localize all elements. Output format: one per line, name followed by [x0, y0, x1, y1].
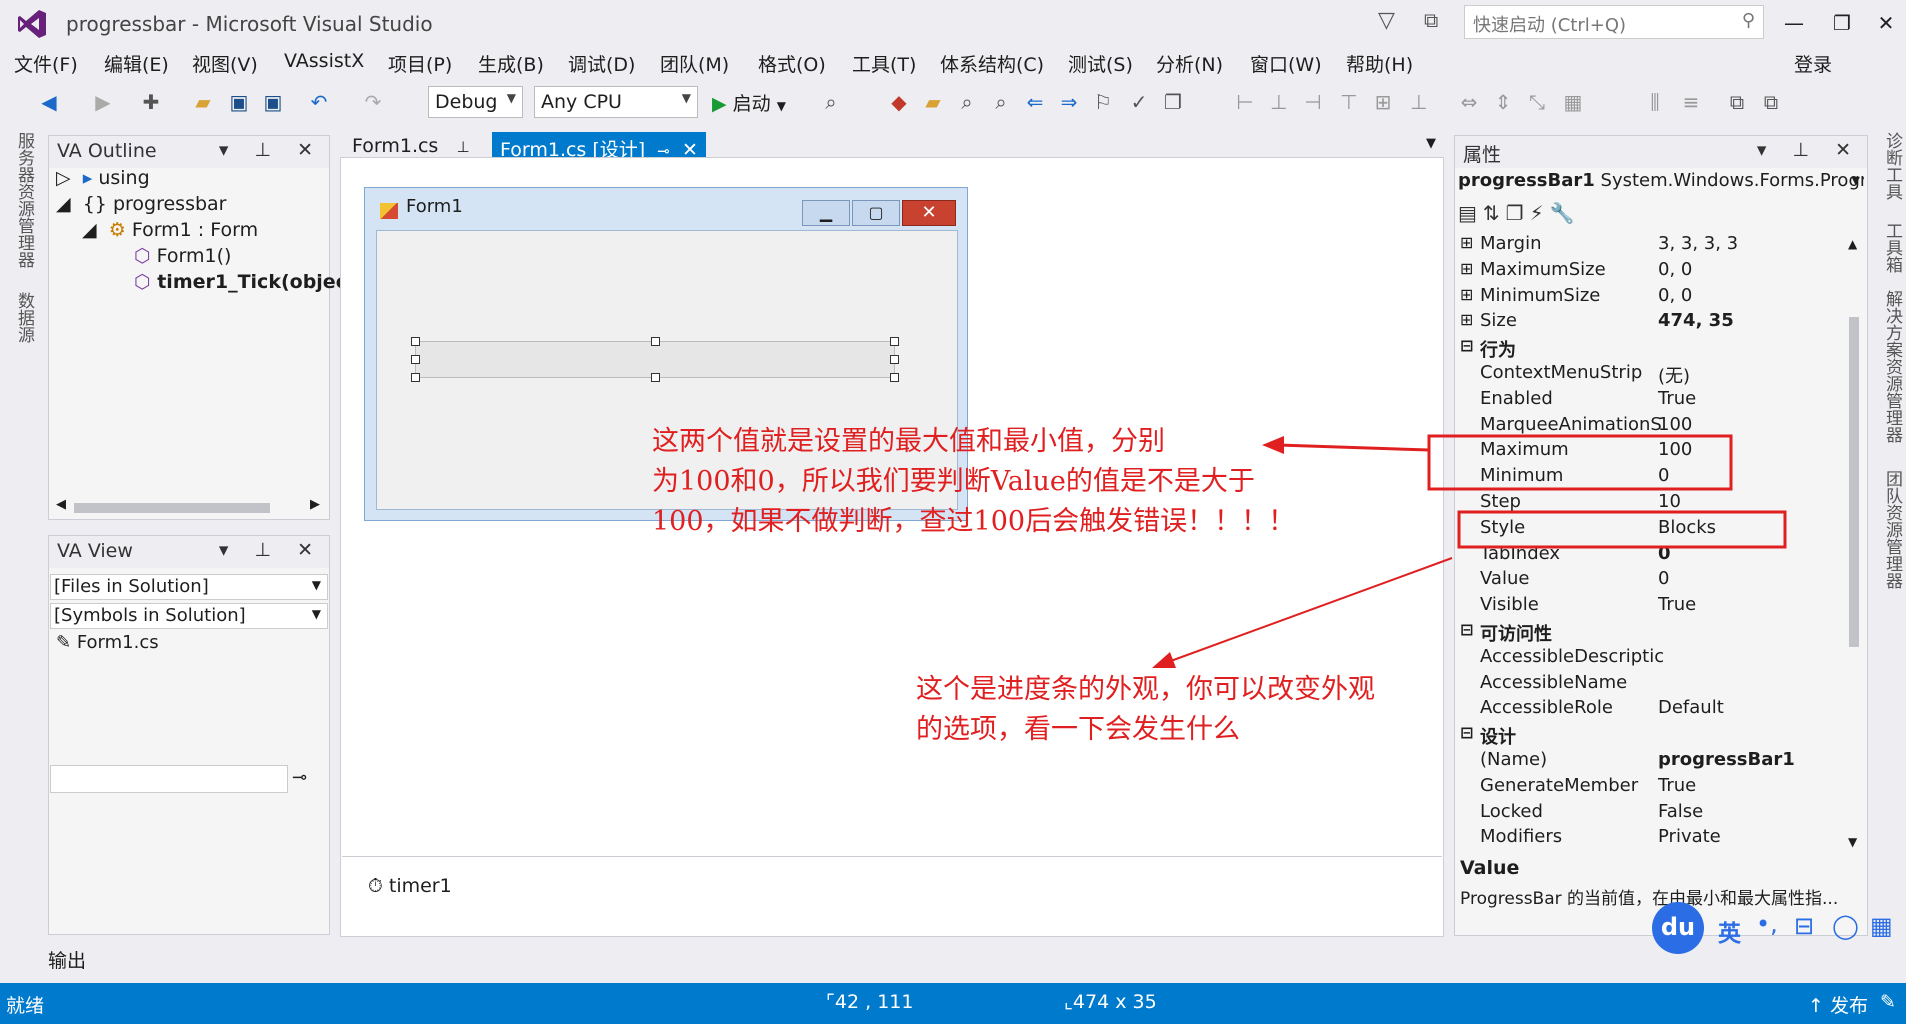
arrow-line-1	[1277, 443, 1430, 452]
ime-toolbox-icon[interactable]: ⊟	[1794, 912, 1814, 940]
status-ready: 就绪	[6, 995, 45, 1017]
status-position: ⌜42 , 111	[826, 991, 914, 1013]
publish-button[interactable]: ↑ 发布	[1808, 991, 1868, 1018]
ime-grid-icon[interactable]: ▦	[1870, 912, 1893, 940]
ime-logo[interactable]: du	[1652, 902, 1704, 954]
upload-arrow-icon: ↑	[1808, 995, 1824, 1017]
max-min-highlight-box	[1427, 434, 1733, 491]
arrow-line-2	[1167, 557, 1453, 663]
status-bar: 就绪 ⌜42 , 111 ⌞474 x 35 ↑ 发布 ✎	[0, 983, 1906, 1024]
size-icon: ⌞	[1064, 991, 1073, 1013]
arrowhead-2	[1152, 652, 1176, 668]
annotation-style: 这个是进度条的外观，你可以改变外观 的选项，看一下会发生什么	[916, 674, 1375, 745]
ime-language-toggle[interactable]: 英	[1718, 914, 1741, 948]
feedback-icon[interactable]: ✎	[1880, 991, 1896, 1013]
annotation-max-min: 这两个值就是设置的最大值和最小值，分别 为100和0，所以我们要判断Value的…	[652, 426, 1296, 537]
style-highlight-box	[1457, 510, 1787, 549]
position-icon: ⌜	[826, 991, 835, 1013]
ime-user-icon[interactable]: ◯	[1832, 912, 1859, 940]
ime-punctuation-icon[interactable]: •,	[1756, 910, 1778, 938]
status-size: ⌞474 x 35	[1064, 991, 1157, 1013]
